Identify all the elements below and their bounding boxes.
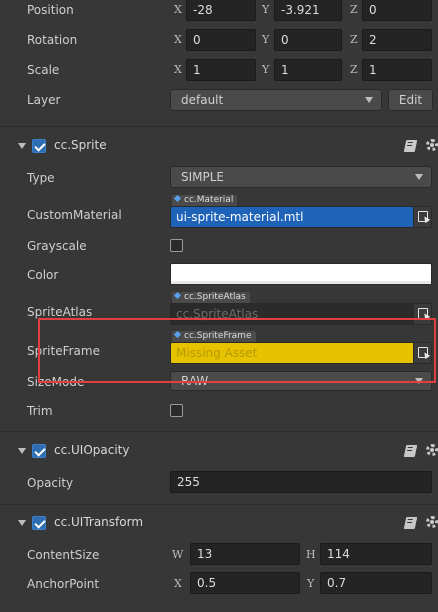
scale-y-input[interactable]: 1 [274,59,342,81]
rotation-y-axis: Y [262,33,270,46]
scale-x-input[interactable]: 1 [186,59,256,81]
color-swatch[interactable] [170,263,432,285]
type-value: SIMPLE [181,170,225,184]
asset-picker-icon[interactable] [413,304,431,324]
layer-value: default [181,93,224,107]
sprite-atlas-placeholder: cc.SpriteAtlas [176,307,259,321]
help-book-icon[interactable] [403,140,418,152]
anchor-point-x-input[interactable]: 0.5 [190,572,300,594]
opacity-label: Opacity [27,476,74,490]
diamond-icon [173,194,182,203]
sprite-atlas-label: SpriteAtlas [27,305,93,319]
content-size-h-axis: H [306,548,316,561]
collapse-arrow-icon[interactable] [18,143,26,149]
ui-transform-enabled-checkbox[interactable] [32,516,46,530]
asset-picker-icon[interactable] [413,343,431,363]
content-size-h-input[interactable]: 114 [320,543,432,565]
divider [0,431,438,432]
gear-icon[interactable] [426,516,438,528]
scale-z-axis: Z [350,63,358,76]
position-y-axis: Y [262,3,270,16]
sprite-frame-type-tag: cc.SpriteFrame [172,330,256,342]
rotation-y-input[interactable]: 0 [274,29,342,51]
sprite-frame-value: Missing Asset [176,346,258,360]
size-mode-label: SizeMode [27,375,85,389]
material-type-tag-text: cc.Material [184,195,234,205]
sprite-component-title: cc.Sprite [54,138,107,152]
rotation-label: Rotation [27,33,78,47]
diamond-icon [173,330,182,339]
atlas-type-tag-text: cc.SpriteAtlas [184,292,246,302]
chevron-down-icon [415,378,423,384]
help-book-icon[interactable] [403,445,418,457]
trim-label: Trim [27,404,53,418]
size-mode-value: RAW [181,374,209,388]
sprite-enabled-checkbox[interactable] [32,139,46,153]
ui-opacity-enabled-checkbox[interactable] [32,444,46,458]
position-y-input[interactable]: -3.921 [274,0,342,21]
type-select[interactable]: SIMPLE [170,166,432,188]
rotation-x-input[interactable]: 0 [186,29,256,51]
layer-edit-button[interactable]: Edit [388,89,433,111]
position-label: Position [27,3,74,17]
rotation-z-axis: Z [350,33,358,46]
custom-material-label: CustomMaterial [27,208,122,222]
anchor-point-x-axis: X [174,577,182,590]
opacity-input[interactable]: 255 [170,471,432,493]
divider [0,504,438,505]
diamond-icon [173,291,182,300]
sprite-atlas-field[interactable]: cc.SpriteAtlas [170,303,432,325]
layer-label: Layer [27,93,61,107]
collapse-arrow-icon[interactable] [18,520,26,526]
type-label: Type [27,171,55,185]
scale-y-axis: Y [262,63,270,76]
grayscale-checkbox[interactable] [170,239,183,252]
gear-icon[interactable] [426,444,438,456]
layer-select[interactable]: default [170,89,382,111]
sprite-frame-type-tag-text: cc.SpriteFrame [184,331,252,341]
ui-transform-component-header[interactable]: cc.UITransform [0,508,438,538]
position-z-input[interactable]: 0 [362,0,432,21]
sprite-frame-label: SpriteFrame [27,344,100,358]
grayscale-label: Grayscale [27,239,87,253]
trim-checkbox[interactable] [170,404,183,417]
size-mode-select[interactable]: RAW [170,371,432,391]
collapse-arrow-icon[interactable] [18,448,26,454]
ui-transform-component-title: cc.UITransform [54,515,144,529]
anchor-point-label: AnchorPoint [27,577,100,591]
position-x-axis: X [174,3,182,16]
help-book-icon[interactable] [403,517,418,529]
scale-label: Scale [27,63,60,77]
ui-opacity-component-header[interactable]: cc.UIOpacity [0,436,438,466]
divider [0,126,438,127]
sprite-frame-field[interactable]: Missing Asset [170,342,432,364]
alpha-bar [171,281,431,284]
rotation-x-axis: X [174,33,182,46]
scale-z-input[interactable]: 1 [362,59,432,81]
position-x-input[interactable]: -28 [186,0,256,21]
content-size-w-axis: W [172,548,184,561]
content-size-w-input[interactable]: 13 [190,543,300,565]
custom-material-value: ui-sprite-material.mtl [176,210,304,224]
content-size-label: ContentSize [27,548,100,562]
color-label: Color [27,268,59,282]
chevron-down-icon [365,97,373,103]
scale-x-axis: X [174,63,182,76]
gear-icon[interactable] [426,139,438,151]
sprite-component-header[interactable]: cc.Sprite [0,131,438,161]
custom-material-field[interactable]: ui-sprite-material.mtl [170,206,432,228]
rotation-z-input[interactable]: 2 [362,29,432,51]
asset-picker-icon[interactable] [413,207,431,227]
ui-opacity-component-title: cc.UIOpacity [54,443,130,457]
anchor-point-y-axis: Y [307,577,315,590]
anchor-point-y-input[interactable]: 0.7 [320,572,432,594]
material-type-tag: cc.Material [172,194,238,206]
atlas-type-tag: cc.SpriteAtlas [172,291,250,303]
position-z-axis: Z [350,3,358,16]
chevron-down-icon [415,174,423,180]
